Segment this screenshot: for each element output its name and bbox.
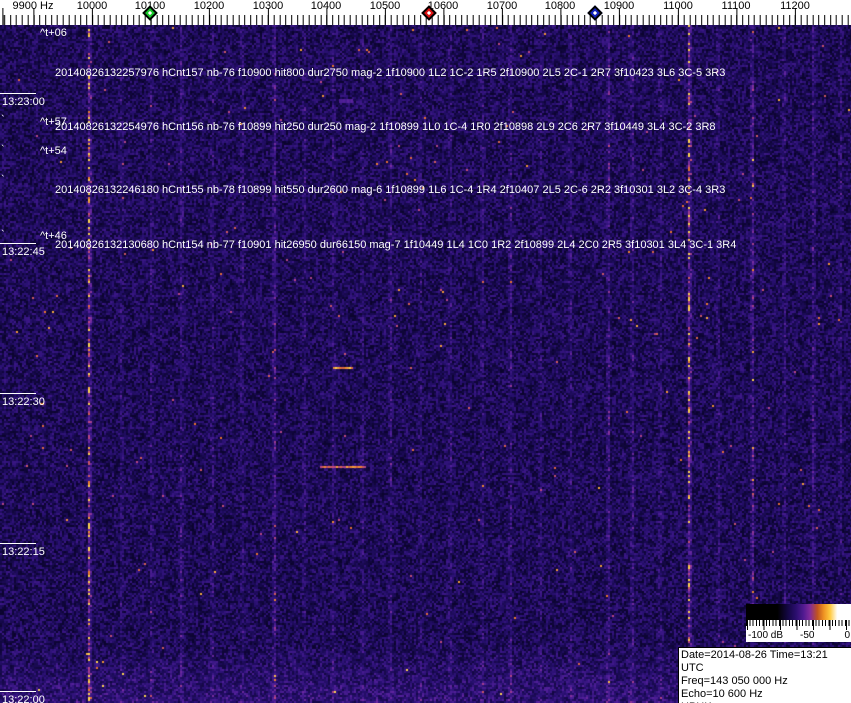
frequency-tick-label: 10200	[193, 0, 225, 12]
db-scale-minor-ticks	[746, 620, 851, 626]
frequency-tick-label: 10500	[369, 0, 401, 12]
db-scale-legend: -100 dB -50 0	[746, 604, 851, 642]
marker-center-dot	[147, 10, 153, 16]
left-edge-tick-mark: `	[1, 144, 5, 156]
event-time-tag: ^t+54	[40, 145, 67, 157]
frequency-tick-label: 10400	[310, 0, 342, 12]
marker-center-dot	[426, 10, 432, 16]
event-detail-text: 20140826132254976 hCnt156 nb-76 f10899 h…	[55, 121, 716, 133]
frequency-tick-label: 10700	[486, 0, 518, 12]
meteor-echo-spectrogram-window: 13:23:00 13:22:45 13:22:30 13:22:15 13:22:00…	[0, 0, 851, 703]
frequency-ruler: 9900 Hz100001010010200103001040010500106…	[0, 0, 851, 25]
db-label-min: -100 dB	[748, 630, 784, 641]
event-detail-text: 20140826132257976 hCnt157 nb-76 f10900 h…	[55, 67, 726, 79]
frequency-tick-label: 10000	[76, 0, 108, 12]
left-edge-tick-mark: `	[1, 174, 5, 186]
frequency-tick-label: 11000	[663, 0, 693, 12]
time-tick-label: 13:23:00	[2, 96, 45, 108]
time-tick-label: 13:22:15	[2, 546, 45, 558]
frequency-tick-label: 10800	[544, 0, 576, 12]
frequency-tick-label: 11100	[721, 0, 751, 12]
time-tick-line	[0, 543, 36, 544]
time-tick-label: 13:22:30	[2, 396, 45, 408]
db-scale-labels: -100 dB -50 0	[746, 630, 851, 642]
info-date-time: Date=2014-08-26 Time=13:21 UTC	[681, 649, 828, 674]
time-tick-line	[0, 243, 36, 244]
event-detail-text: 20140826132130680 hCnt154 nb-77 f10901 h…	[55, 239, 737, 251]
db-scale-ruler: -100 dB -50 0	[746, 620, 851, 642]
left-edge-tick-mark: `	[1, 114, 5, 126]
db-label-mid: -50	[800, 630, 815, 641]
time-tick-label: 13:22:00	[2, 694, 45, 703]
frequency-tick-label: 9900 Hz	[12, 0, 54, 12]
event-time-tag: ^t+06	[40, 27, 67, 39]
marker-center-dot	[592, 10, 598, 16]
frequency-tick-label: 11200	[780, 0, 810, 12]
info-echo-freq: Echo=10 600 Hz	[681, 688, 763, 700]
time-tick-line	[0, 691, 36, 692]
left-edge-tick-mark: `	[1, 229, 5, 241]
status-info-box: Date=2014-08-26 Time=13:21 UTC Freq=143 …	[678, 647, 851, 703]
db-label-max: 0	[844, 630, 850, 641]
time-tick-label: 13:22:45	[2, 246, 45, 258]
event-detail-text: 20140826132246180 hCnt155 nb-78 f10899 h…	[55, 184, 726, 196]
frequency-tick-label: 10300	[252, 0, 284, 12]
time-tick-line	[0, 93, 36, 94]
time-tick-line	[0, 393, 36, 394]
color-scale-gradient	[746, 604, 851, 620]
frequency-tick-label: 10900	[603, 0, 635, 12]
info-frequency: Freq=143 050 000 Hz	[681, 675, 788, 687]
